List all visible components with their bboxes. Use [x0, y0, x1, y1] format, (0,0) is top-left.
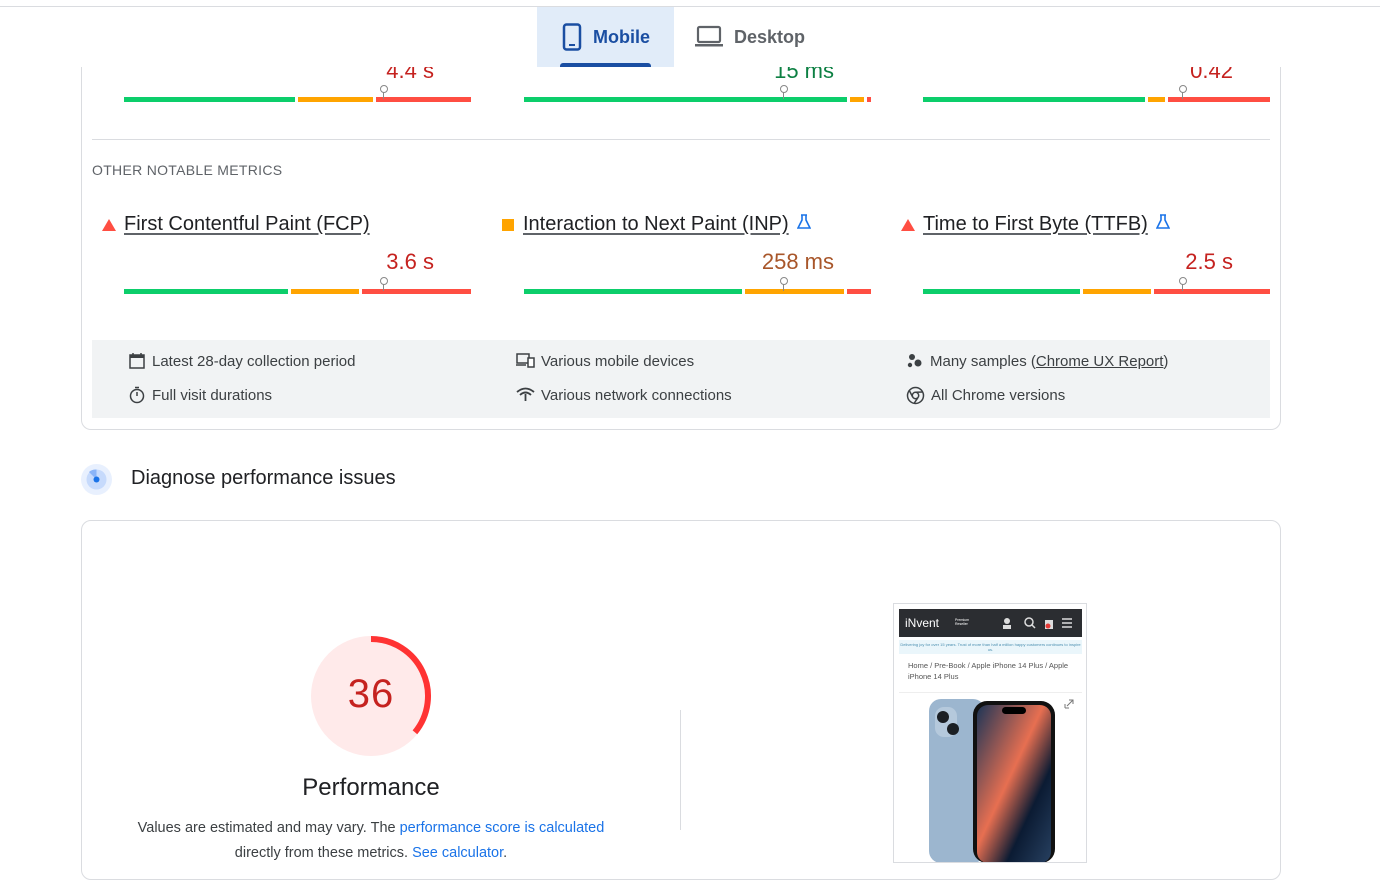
preview-header: iNvent Premium Reseller — [899, 609, 1082, 637]
diagnose-radar-icon — [81, 464, 112, 495]
metric-fcp-label[interactable]: First Contentful Paint (FCP) — [124, 213, 370, 236]
metric-inp-value: 258 ms — [734, 249, 834, 275]
metric-ttfb-bar-poor — [1154, 289, 1270, 294]
performance-label: Performance — [271, 774, 471, 802]
info-samples: Many samples (Chrome UX Report) — [906, 352, 1168, 370]
metric-inp-p75-marker — [780, 277, 788, 291]
experimental-flask-icon — [1156, 213, 1170, 236]
info-samples-prefix: Many samples ( — [930, 353, 1036, 370]
devices-icon — [516, 352, 535, 370]
info-durations-text: Full visit durations — [152, 387, 272, 404]
note-suffix: . — [503, 845, 507, 861]
smartphone-icon — [561, 23, 583, 51]
info-period: Latest 28-day collection period — [128, 352, 355, 370]
other-metrics-heading: OTHER NOTABLE METRICS — [92, 162, 282, 178]
note-middle: directly from these metrics. — [235, 845, 412, 861]
diagnose-title: Diagnose performance issues — [131, 467, 396, 490]
preview-breadcrumb: Home / Pre-Book / Apple iPhone 14 Plus /… — [908, 660, 1078, 682]
info-network-text: Various network connections — [541, 387, 732, 404]
users-icon — [906, 352, 924, 370]
info-chrome-text: All Chrome versions — [931, 387, 1065, 404]
metric-inp-label[interactable]: Interaction to Next Paint (INP) — [523, 213, 789, 236]
tab-mobile[interactable]: Mobile — [537, 7, 674, 67]
note-prefix: Values are estimated and may vary. The — [138, 820, 400, 836]
core-metric-0-p75-marker — [380, 85, 388, 99]
metric-ttfb-p75-marker — [1179, 277, 1187, 291]
tab-desktop-label: Desktop — [734, 27, 805, 48]
poor-triangle-icon — [102, 219, 122, 231]
metric-inp-title[interactable]: Interaction to Next Paint (INP) — [501, 213, 811, 236]
metric-ttfb-bar-good — [923, 289, 1080, 294]
core-metric-1-bar-average — [850, 97, 864, 102]
core-metric-1-bar-good — [524, 97, 847, 102]
timer-icon — [128, 386, 146, 404]
metric-inp-bar-good — [524, 289, 742, 294]
performance-score-value: 36 — [310, 672, 432, 717]
section-divider — [92, 139, 1270, 140]
core-metric-2-bar-good — [923, 97, 1145, 102]
tab-desktop[interactable]: Desktop — [694, 7, 824, 67]
calendar-icon — [128, 352, 146, 370]
performance-note: Values are estimated and may vary. The p… — [121, 816, 621, 866]
network-signal-icon — [516, 386, 535, 404]
chrome-icon — [906, 386, 925, 405]
info-network: Various network connections — [516, 386, 732, 404]
info-devices-text: Various mobile devices — [541, 353, 694, 370]
final-screenshot-preview[interactable]: iNvent Premium Reseller Delivering joy f… — [893, 603, 1087, 863]
metric-fcp-bar-average — [291, 289, 359, 294]
expand-icon — [1065, 700, 1073, 708]
core-metric-0-bar-good — [124, 97, 295, 102]
metric-fcp-value: 3.6 s — [334, 249, 434, 275]
core-metric-2-bar-average — [1148, 97, 1165, 102]
preview-logo: iNvent — [905, 616, 939, 630]
score-calculated-link[interactable]: performance score is calculated — [400, 820, 605, 836]
info-devices: Various mobile devices — [516, 352, 694, 370]
tab-mobile-label: Mobile — [593, 27, 650, 48]
see-calculator-link[interactable]: See calculator — [412, 845, 503, 861]
metric-fcp-title[interactable]: First Contentful Paint (FCP) — [102, 213, 370, 236]
metric-ttfb-value: 2.5 s — [1133, 249, 1233, 275]
chrome-ux-report-link[interactable]: Chrome UX Report — [1036, 353, 1164, 370]
info-chrome: All Chrome versions — [906, 386, 1065, 405]
poor-triangle-icon — [901, 219, 921, 231]
core-metric-0-bar-average — [298, 97, 373, 102]
info-durations: Full visit durations — [128, 386, 272, 404]
average-square-icon — [501, 218, 521, 232]
core-metric-1-p75-marker — [780, 85, 788, 99]
vertical-divider — [680, 710, 681, 830]
metric-ttfb-bar-average — [1083, 289, 1151, 294]
preview-brand-small: Premium Reseller — [955, 618, 977, 626]
core-metric-1-bar-poor — [867, 97, 871, 102]
info-samples-suffix: ) — [1163, 353, 1168, 370]
preview-banner: Delivering joy for over 15 years. Trust … — [899, 640, 1082, 654]
device-tabs: Mobile Desktop — [0, 7, 1380, 67]
metric-ttfb-title[interactable]: Time to First Byte (TTFB) — [901, 213, 1170, 236]
info-period-text: Latest 28-day collection period — [152, 353, 355, 370]
core-metric-2-p75-marker — [1179, 85, 1187, 99]
preview-product-image — [899, 692, 1082, 862]
metric-inp-bar-average — [745, 289, 844, 294]
experimental-flask-icon — [797, 213, 811, 236]
metric-fcp-bar-good — [124, 289, 288, 294]
laptop-icon — [694, 25, 724, 49]
metric-ttfb-label[interactable]: Time to First Byte (TTFB) — [923, 213, 1148, 236]
metric-inp-bar-poor — [847, 289, 871, 294]
metric-fcp-bar-poor — [362, 289, 471, 294]
core-metric-0-bar-poor — [376, 97, 471, 102]
preview-header-icons — [999, 616, 1079, 630]
active-tab-indicator — [560, 63, 651, 67]
metric-fcp-p75-marker — [380, 277, 388, 291]
